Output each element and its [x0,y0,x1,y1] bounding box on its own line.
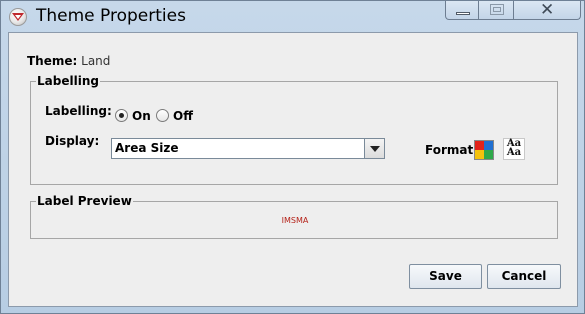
font-format-icon[interactable]: Aa Aa [503,138,525,160]
save-button[interactable]: Save [409,264,482,289]
display-select[interactable]: Area Size [111,138,385,159]
theme-label: Theme: [27,54,78,68]
theme-properties-window: Theme Properties ✕ Theme: Land Labelling… [0,0,585,314]
close-icon: ✕ [540,0,555,20]
chevron-down-icon[interactable] [364,139,384,158]
dialog-content: Theme: Land Labelling Labelling: On Off … [8,32,578,307]
format-label: Format: [425,143,479,157]
display-select-value: Area Size [115,141,179,155]
labelling-off-label[interactable]: Off [173,109,193,123]
label-preview-text: IMSMA [281,216,309,225]
labelling-off-radio[interactable] [156,109,169,122]
imsma-icon[interactable] [9,8,27,26]
cancel-button[interactable]: Cancel [487,264,561,289]
display-label: Display: [45,134,100,148]
label-preview-title: Label Preview [36,194,133,208]
maximize-button[interactable] [478,1,514,20]
minimize-button[interactable] [445,1,479,20]
labelling-on-label[interactable]: On [132,109,151,123]
font-icon-text-2: Aa [506,147,522,158]
color-format-icon[interactable] [474,140,494,160]
theme-row: Theme: Land [27,54,110,68]
window-title: Theme Properties [36,6,186,26]
labelling-group: Labelling Labelling: On Off Display: Are… [30,74,558,185]
label-preview-group: Label Preview IMSMA [30,194,558,239]
maximize-icon [490,4,504,15]
minimize-icon [456,12,470,15]
labelling-on-radio[interactable] [115,109,128,122]
labelling-label: Labelling: [45,104,112,118]
close-button[interactable]: ✕ [513,1,581,20]
theme-value: Land [81,54,111,68]
labelling-group-title: Labelling [36,74,100,88]
